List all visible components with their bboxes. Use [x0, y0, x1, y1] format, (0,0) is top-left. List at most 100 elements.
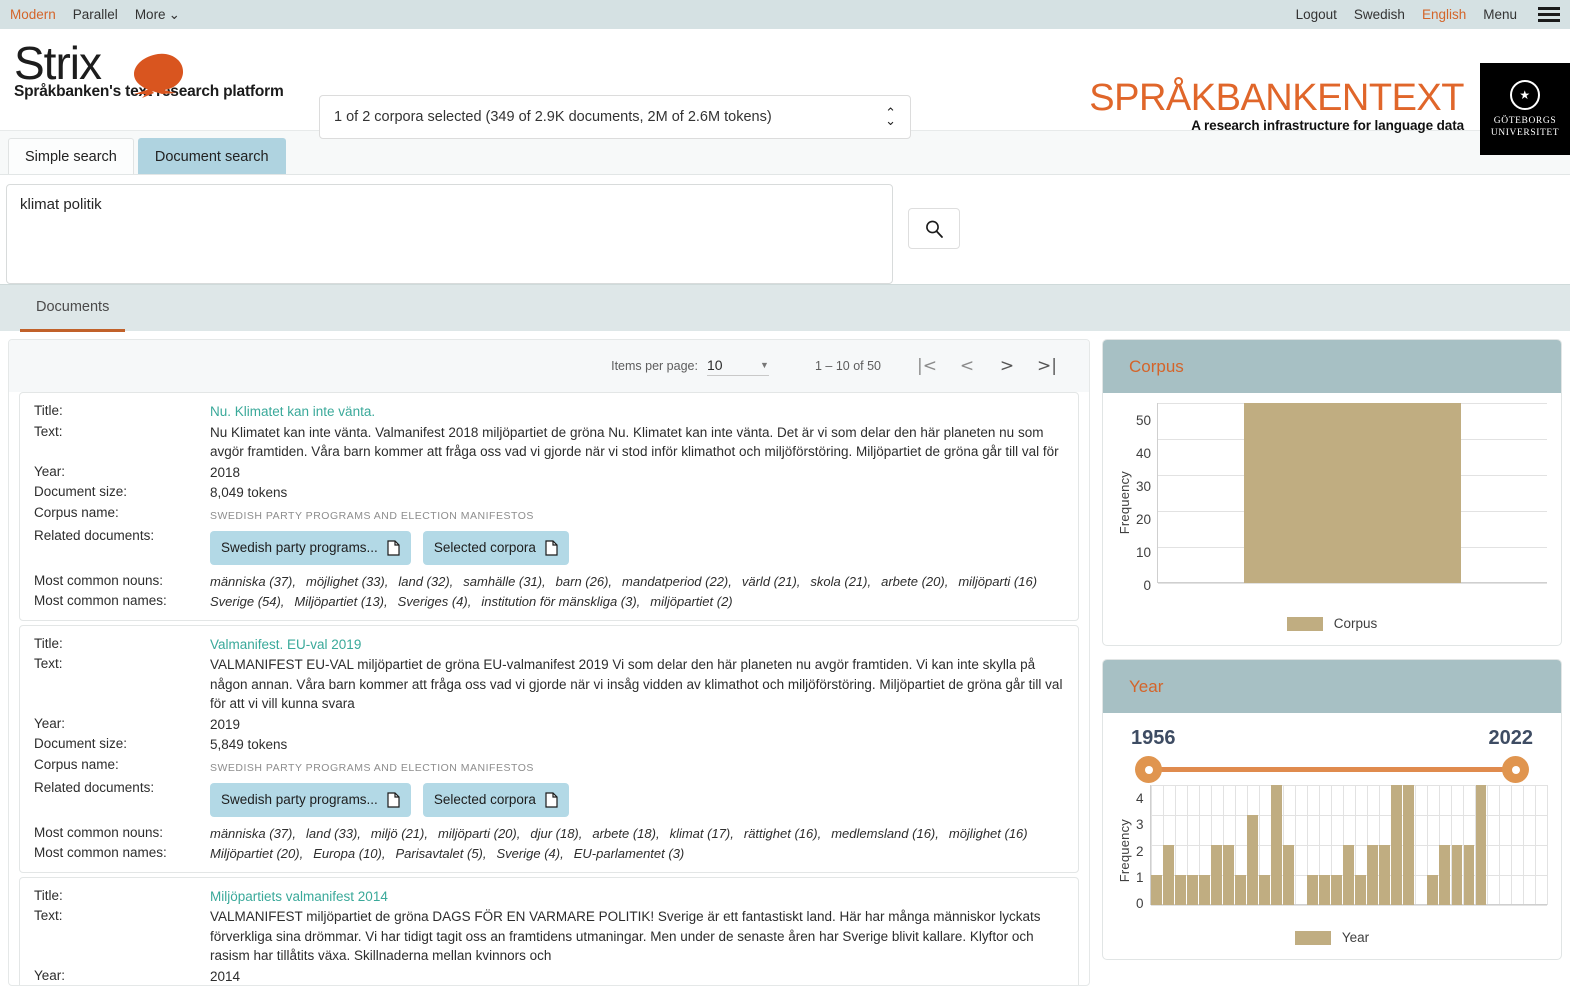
- document-icon: [545, 540, 558, 556]
- document-icon: [387, 540, 400, 556]
- search-button[interactable]: [908, 208, 960, 249]
- bar[interactable]: [1331, 875, 1343, 905]
- hamburger-menu-icon[interactable]: [1538, 7, 1560, 22]
- bar[interactable]: [1247, 815, 1259, 905]
- related-document-chip[interactable]: Selected corpora: [422, 783, 569, 817]
- tab-document-search[interactable]: Document search: [137, 138, 286, 174]
- bar[interactable]: [1343, 845, 1355, 905]
- chevron-down-icon: ▼: [760, 359, 769, 370]
- bar[interactable]: [1463, 845, 1475, 905]
- tab-documents[interactable]: Documents: [20, 285, 126, 332]
- noun-term: land (32),: [398, 573, 454, 589]
- bar[interactable]: [1259, 875, 1271, 905]
- university-seal-icon: ★: [1510, 79, 1540, 110]
- most-common-names-label: Most common names:: [34, 592, 167, 608]
- year-range-slider[interactable]: 1956 2022: [1127, 727, 1537, 785]
- document-size-label: Document size:: [34, 736, 128, 751]
- sprakbanken-wordmark: SPRÅKBANKENTEXT: [1089, 79, 1464, 117]
- name-term: Sveriges (4),: [397, 593, 472, 609]
- chevron-down-icon: ⌄: [168, 6, 180, 22]
- year-slider-max-handle[interactable]: [1502, 756, 1529, 783]
- sprakbanken-logo: SPRÅKBANKENTEXT A research infrastructur…: [1089, 79, 1464, 133]
- bar[interactable]: [1271, 785, 1283, 905]
- noun-term: medlemsland (16),: [831, 825, 939, 841]
- last-page-button[interactable]: >|: [1027, 346, 1067, 386]
- bar[interactable]: [1187, 875, 1198, 905]
- page-range-label: 1 – 10 of 50: [814, 359, 881, 373]
- search-input[interactable]: [6, 184, 893, 284]
- bar[interactable]: [1367, 845, 1379, 905]
- document-title: Valmanifest. EU-val 2019: [210, 635, 1064, 655]
- y-tick-label: 3: [1136, 817, 1144, 833]
- related-document-chip[interactable]: Swedish party programs...: [210, 531, 411, 565]
- document-title-link[interactable]: Valmanifest. EU-val 2019: [210, 637, 361, 652]
- year-slider-min-handle[interactable]: [1135, 756, 1162, 783]
- bar[interactable]: [1199, 875, 1210, 905]
- bar[interactable]: [1243, 403, 1462, 583]
- bar[interactable]: [1307, 875, 1319, 905]
- bar[interactable]: [1319, 875, 1331, 905]
- noun-term: möjlighet (16): [948, 825, 1028, 841]
- name-term: Miljöpartiet (20),: [210, 845, 304, 861]
- bar[interactable]: [1283, 845, 1295, 905]
- bar[interactable]: [1451, 845, 1463, 905]
- gothenburg-university-logo: ★ GÖTEBORGS UNIVERSITET: [1480, 63, 1570, 155]
- most-common-nouns-value: människa (37), möjlighet (33), land (32), s…: [210, 572, 1064, 591]
- items-per-page-select[interactable]: 10 ▼: [706, 356, 769, 376]
- year-chart: Frequency 4 3 2 1 0: [1117, 785, 1548, 917]
- bar[interactable]: [1223, 845, 1235, 905]
- bar[interactable]: [1163, 845, 1174, 905]
- topbar-link-parallel[interactable]: Parallel: [73, 7, 118, 22]
- bar[interactable]: [1391, 785, 1403, 905]
- previous-page-button[interactable]: <: [947, 346, 987, 386]
- bar[interactable]: [1151, 875, 1162, 905]
- bar[interactable]: [1439, 845, 1451, 905]
- bar[interactable]: [1427, 875, 1439, 905]
- document-title-link[interactable]: Nu. Klimatet kan inte vänta.: [210, 404, 375, 419]
- bar[interactable]: [1403, 785, 1415, 905]
- document-title: Nu. Klimatet kan inte vänta.: [210, 402, 1064, 422]
- topbar-link-more[interactable]: More ⌄: [135, 7, 180, 23]
- bar[interactable]: [1211, 845, 1223, 905]
- document-related-row: Related documents: Swedish party program…: [34, 779, 1064, 823]
- year-chart-plot: [1149, 785, 1548, 906]
- menu-label[interactable]: Menu: [1483, 7, 1517, 22]
- y-tick-label: 50: [1136, 413, 1152, 428]
- bar[interactable]: [1379, 845, 1391, 905]
- paginator: Items per page: 10 ▼ 1 – 10 of 50 |< < >…: [9, 340, 1089, 392]
- related-document-chip[interactable]: Selected corpora: [422, 531, 569, 565]
- related-documents-label: Related documents:: [34, 780, 155, 795]
- year-slider-track[interactable]: [1149, 767, 1515, 772]
- document-names-row: Most common names: Miljöpartiet (20), Eur…: [34, 844, 1064, 863]
- related-document-chip[interactable]: Swedish party programs...: [210, 783, 411, 817]
- document-card: Title: Nu. Klimatet kan inte vänta. Text…: [19, 392, 1079, 621]
- bar[interactable]: [1235, 875, 1247, 905]
- first-page-button[interactable]: |<: [907, 346, 947, 386]
- language-swedish-link[interactable]: Swedish: [1354, 7, 1405, 22]
- corpus-selector[interactable]: 1 of 2 corpora selected (349 of 2.9K doc…: [319, 95, 911, 139]
- year-chart-legend: Year: [1117, 930, 1547, 945]
- document-size: 8,049 tokens: [210, 485, 288, 500]
- search-icon: [926, 220, 943, 238]
- bar[interactable]: [1355, 875, 1367, 905]
- university-line2: UNIVERSITET: [1490, 127, 1560, 138]
- document-year-row: Year: 2019: [34, 715, 1064, 735]
- text-label: Text:: [34, 423, 63, 439]
- gridline: [1158, 583, 1547, 584]
- document-year-row: Year: 2014: [34, 967, 1064, 986]
- document-title-row: Title: Miljöpartiets valmanifest 2014: [34, 887, 1064, 907]
- tab-simple-search[interactable]: Simple search: [8, 138, 134, 174]
- noun-term: arbete (20),: [881, 573, 949, 589]
- document-title-link[interactable]: Miljöpartiets valmanifest 2014: [210, 889, 388, 904]
- items-per-page-value: 10: [706, 356, 723, 373]
- document-size-label: Document size:: [34, 484, 128, 499]
- next-page-button[interactable]: >: [987, 346, 1027, 386]
- bar[interactable]: [1175, 875, 1186, 905]
- language-english-link[interactable]: English: [1422, 7, 1466, 22]
- noun-term: land (33),: [305, 825, 361, 841]
- topbar-link-modern[interactable]: Modern: [10, 7, 56, 22]
- noun-term: skola (21),: [810, 573, 872, 589]
- bar[interactable]: [1475, 785, 1487, 905]
- related-documents-value: Swedish party programs... Selected corpor…: [210, 527, 1064, 571]
- logout-link[interactable]: Logout: [1296, 7, 1337, 22]
